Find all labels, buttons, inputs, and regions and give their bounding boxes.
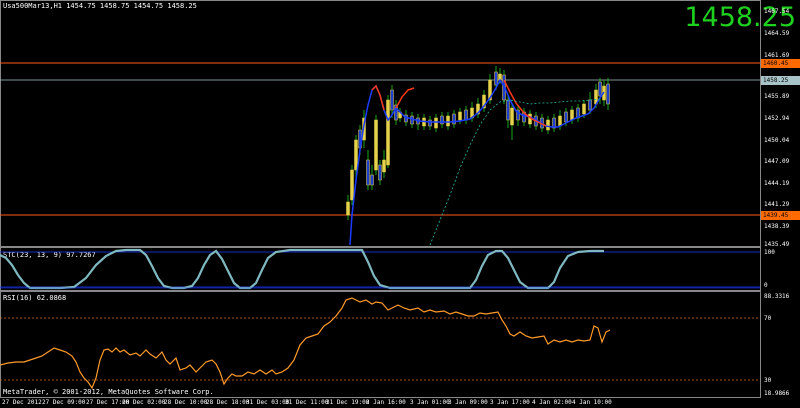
stc-line <box>0 248 604 290</box>
price-tick-label: 1461.69 <box>764 52 790 59</box>
candlestick-series <box>346 66 610 220</box>
time-axis-label: 4 Jan 10:00 <box>572 399 612 406</box>
rsi-axis-bottom: 18.9866 <box>764 390 790 397</box>
time-axis-label: 31 Dec 11:00 <box>285 399 329 406</box>
rsi-line <box>0 297 611 390</box>
candle-body <box>588 99 592 111</box>
candle-body <box>506 99 510 121</box>
candle-body <box>390 89 394 111</box>
time-axis-label: 28 Dec 18:00 <box>206 399 250 406</box>
candle-body <box>428 119 432 127</box>
candle-body <box>452 113 456 125</box>
price-tick-label: 1435.49 <box>764 241 790 248</box>
price-tick-label: 1438.39 <box>764 223 790 230</box>
candle-body <box>378 164 382 181</box>
time-axis-label: 3 Jan 01:00 <box>410 399 450 406</box>
candle-body <box>366 159 370 186</box>
candle-body <box>510 107 514 126</box>
candle-body <box>582 103 586 115</box>
rsi-axis-top: 88.3316 <box>764 293 790 300</box>
candle-body <box>382 159 386 173</box>
time-axis-label: 31 Dec 19:00 <box>326 399 370 406</box>
time-axis-label: 28 Dec 02:00 <box>122 399 166 406</box>
candle-body <box>440 115 444 125</box>
red-trend-line <box>371 84 385 111</box>
candle-body <box>494 71 498 86</box>
chart-canvas <box>0 62 760 390</box>
candle-body <box>598 81 602 97</box>
rsi-axis-70: 70 <box>764 315 772 322</box>
candle-body <box>370 174 374 186</box>
candle-body <box>374 119 378 171</box>
price-tick-label: 1452.94 <box>764 115 790 122</box>
time-axis-label: 3 Jan 09:00 <box>448 399 488 406</box>
candle-body <box>558 115 562 127</box>
time-axis-label: 3 Jan 17:00 <box>490 399 530 406</box>
upper-level-tag: 1460.45 <box>761 59 800 68</box>
candle-body <box>606 83 610 105</box>
stc-axis-top: 100 <box>764 249 775 256</box>
copyright-text: MetaTrader, © 2001-2012, MetaQuotes Soft… <box>3 388 214 396</box>
price-tick-label: 1441.29 <box>764 201 790 208</box>
price-tick-label: 1464.59 <box>764 30 790 37</box>
price-tick-label: 1444.19 <box>764 180 790 187</box>
lower-level-tag: 1439.45 <box>761 211 800 220</box>
candle-body <box>564 111 568 123</box>
candle-body <box>446 115 450 127</box>
candle-body <box>386 99 390 166</box>
time-axis-label: 2 Jan 16:00 <box>366 399 406 406</box>
time-axis-label: 27 Dec 09:00 <box>42 399 86 406</box>
candle-body <box>546 119 550 131</box>
price-tick-label: 1467.54 <box>764 8 790 15</box>
stc-axis-bottom: 0 <box>764 282 768 289</box>
candle-body <box>458 111 462 121</box>
time-axis-label: 28 Dec 10:00 <box>164 399 208 406</box>
price-tick-label: 1450.04 <box>764 137 790 144</box>
time-axis-label: 27 Dec 2012 <box>2 399 42 406</box>
red-trend-line-2 <box>395 87 415 109</box>
candle-body <box>350 169 354 201</box>
bid-price-tag: 1458.25 <box>761 76 800 85</box>
candle-body <box>346 201 350 216</box>
candle-body <box>434 117 438 129</box>
candle-body <box>570 109 574 121</box>
candle-body <box>354 139 358 171</box>
rsi-axis-30: 30 <box>764 377 772 384</box>
price-tick-label: 1447.09 <box>764 158 790 165</box>
time-axis-label: 4 Jan 02:00 <box>532 399 572 406</box>
time-axis-label: 31 Dec 03:00 <box>246 399 290 406</box>
candle-body <box>464 109 468 121</box>
price-tick-label: 1455.89 <box>764 93 790 100</box>
